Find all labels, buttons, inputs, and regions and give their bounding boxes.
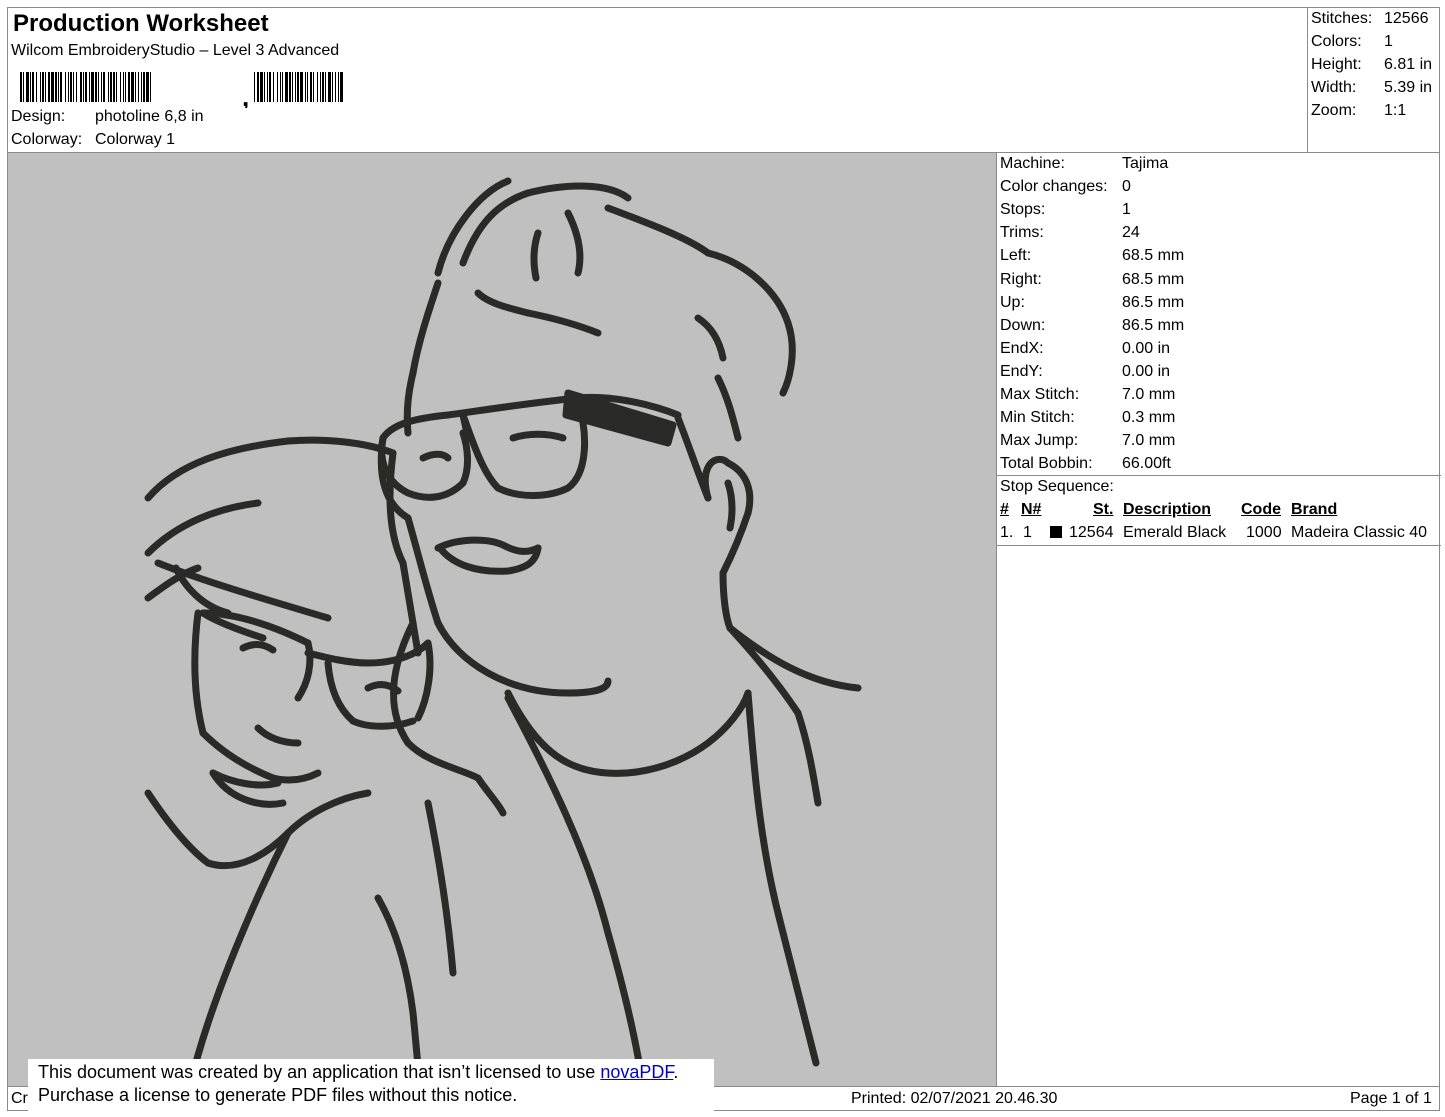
row-description: Emerald Black [1123,524,1227,541]
detail-value: 1 [1122,201,1131,219]
barcode: , [20,72,343,108]
embroidery-line-art [144,177,862,1090]
thread-color-swatch [1050,526,1062,538]
stat-stitches-value: 12566 [1384,10,1429,27]
detail-value: 68.5 mm [1122,270,1185,288]
detail-label: Max Jump: [1000,432,1079,450]
detail-label: Min Stitch: [1000,409,1075,427]
stat-height-label: Height: [1311,56,1362,73]
stat-colors-value: 1 [1384,33,1393,50]
row-brand: Madeira Classic 40 [1291,524,1428,541]
detail-value: 7.0 mm [1122,386,1176,403]
stop-sequence-title: Stop Sequence: [1000,478,1114,495]
detail-value: 0 [1122,178,1131,196]
row-stitches: 12564 [1069,524,1114,541]
detail-value: 0.00 in [1122,362,1171,380]
stat-colors-label: Colors: [1311,33,1362,50]
detail-label: Right: [1000,270,1042,288]
detail-value: 0.00 in [1122,339,1171,357]
detail-value: 68.5 mm [1122,247,1185,265]
col-brand: Brand [1291,501,1338,518]
page-title: Production Worksheet [13,10,269,37]
stat-zoom-value: 1:1 [1384,102,1407,119]
detail-value: Tajima [1122,155,1169,172]
detail-value: 66.00ft [1122,455,1171,473]
col-code: Code [1241,501,1281,518]
notice-line-2: Purchase a license to generate PDF files… [38,1085,518,1105]
divider [997,475,1441,476]
detail-label: Stops: [1000,201,1046,219]
design-label: Design: [11,108,66,125]
detail-label: Down: [1000,316,1046,334]
page-number: Page 1 of 1 [1350,1090,1432,1107]
worksheet-header: Production Worksheet Wilcom EmbroiderySt… [7,7,1440,153]
detail-label: Total Bobbin: [1000,455,1093,473]
notice-period: . [673,1062,679,1082]
detail-label: Color changes: [1000,178,1108,196]
detail-value: 86.5 mm [1122,316,1185,334]
colorway-label: Colorway: [11,131,83,148]
stats-box: Stitches: 12566 Colors: 1 Height: 6.81 i… [1307,7,1440,153]
row-needle: 1 [1023,524,1032,541]
detail-label: EndX: [1000,339,1044,357]
svg-text:,: , [242,82,249,108]
detail-value: 7.0 mm [1122,432,1176,450]
design-value: photoline 6,8 in [95,108,204,125]
notice-text: This document was created by an applicat… [38,1062,601,1082]
stat-height-value: 6.81 in [1384,56,1433,73]
design-preview [7,152,997,1090]
notice-line-1: This document was created by an applicat… [38,1061,714,1084]
license-notice: This document was created by an applicat… [28,1059,714,1113]
stat-width-label: Width: [1311,79,1357,96]
col-needle: N# [1021,501,1042,518]
stat-width-value: 5.39 in [1384,79,1433,96]
detail-label: Machine: [1000,155,1065,172]
detail-label: Max Stitch: [1000,386,1080,403]
detail-label: EndY: [1000,362,1043,380]
row-index: 1. [1000,524,1014,541]
col-stitches: St. [1093,501,1114,518]
row-code: 1000 [1246,524,1282,541]
footer-left-text: Cr [11,1090,28,1107]
stat-stitches-label: Stitches: [1311,10,1373,27]
detail-label: Up: [1000,293,1025,311]
printed-date: Printed: 02/07/2021 20.46.30 [851,1090,1058,1107]
stat-zoom-label: Zoom: [1311,102,1357,119]
detail-value: 24 [1122,224,1140,242]
detail-label: Trims: [1000,224,1044,242]
novapdf-link[interactable]: novaPDF [600,1062,673,1082]
detail-value: 86.5 mm [1122,293,1185,311]
colorway-value: Colorway 1 [95,131,176,148]
machine-details-panel: Machine: Tajima Color changes: 0 Stops: 1 Trim… [996,152,1441,1087]
detail-value: 0.3 mm [1122,409,1176,427]
col-description: Description [1123,501,1212,518]
detail-label: Left: [1000,247,1032,265]
divider [997,545,1441,546]
software-name: Wilcom EmbroideryStudio – Level 3 Advanc… [11,42,340,59]
col-index: # [1000,501,1009,518]
